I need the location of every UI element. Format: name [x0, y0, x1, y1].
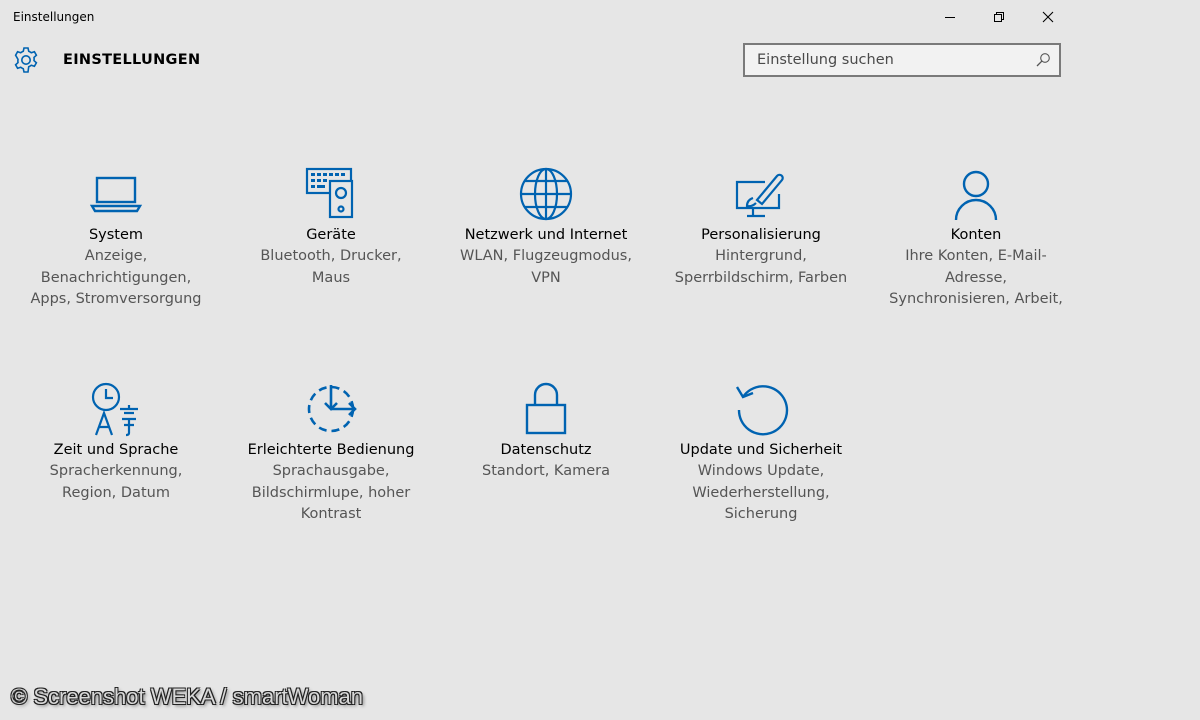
- category-subtitle: Bluetooth, Drucker, Maus: [260, 248, 402, 286]
- title-bar: Einstellungen: [0, 0, 1200, 36]
- page-title: EINSTELLUNGEN: [63, 52, 201, 68]
- time-language-icon: [86, 377, 146, 437]
- minimize-icon: [944, 17, 955, 18]
- category-title: Personalisierung: [701, 227, 821, 243]
- category-subtitle: WLAN, Flugzeugmodus, VPN: [460, 248, 632, 286]
- category-title: Geräte: [306, 227, 356, 243]
- window-title: Einstellungen: [13, 10, 95, 24]
- category-personalization[interactable]: Personalisierung Hintergrund, Sperrbilds…: [656, 162, 866, 289]
- category-subtitle: Spracherkennung, Region, Datum: [49, 463, 183, 501]
- category-title: Konten: [950, 227, 1002, 243]
- category-privacy[interactable]: Datenschutz Standort, Kamera: [441, 377, 651, 483]
- category-subtitle: Ihre Konten, E-Mail- Adresse, Synchronis…: [889, 248, 1063, 307]
- search-icon[interactable]: [1035, 52, 1051, 68]
- search-input[interactable]: [745, 45, 1037, 75]
- category-title: Erleichterte Bedienung: [247, 442, 415, 458]
- category-devices[interactable]: Geräte Bluetooth, Drucker, Maus: [226, 162, 436, 289]
- category-update-security[interactable]: Update und Sicherheit Windows Update, Wi…: [656, 377, 866, 526]
- category-title: Zeit und Sprache: [53, 442, 179, 458]
- gear-icon: [14, 47, 38, 73]
- maximize-button[interactable]: [974, 0, 1023, 34]
- close-icon: [1042, 11, 1053, 23]
- category-title: Update und Sicherheit: [679, 442, 843, 458]
- minimize-button[interactable]: [925, 0, 974, 34]
- category-system[interactable]: System Anzeige, Benachrichtigungen, Apps…: [11, 162, 221, 311]
- copyright-watermark: © Screenshot WEKA / smartWoman: [11, 684, 364, 709]
- close-button[interactable]: [1023, 0, 1072, 34]
- lock-icon: [516, 377, 576, 437]
- update-icon: [731, 377, 791, 437]
- category-time-language[interactable]: Zeit und Sprache Spracherkennung, Region…: [11, 377, 221, 504]
- keyboard-speaker-icon: [301, 162, 361, 222]
- category-ease-of-access[interactable]: Erleichterte Bedienung Sprachausgabe, Bi…: [226, 377, 436, 526]
- category-title: System: [88, 227, 144, 243]
- category-subtitle: Anzeige, Benachrichtigungen, Apps, Strom…: [30, 248, 202, 307]
- category-network[interactable]: Netzwerk und Internet WLAN, Flugzeugmodu…: [441, 162, 651, 289]
- category-title: Netzwerk und Internet: [464, 227, 628, 243]
- globe-icon: [516, 162, 576, 222]
- category-subtitle: Windows Update, Wiederherstellung, Siche…: [692, 463, 830, 522]
- ease-of-access-icon: [301, 377, 361, 437]
- search-box[interactable]: [743, 43, 1061, 77]
- settings-header: EINSTELLUNGEN: [0, 40, 1200, 84]
- category-subtitle: Sprachausgabe, Bildschirmlupe, hoher Kon…: [251, 463, 411, 522]
- person-icon: [946, 162, 1006, 222]
- paint-monitor-icon: [731, 162, 791, 222]
- category-title: Datenschutz: [500, 442, 592, 458]
- restore-icon: [993, 12, 1004, 22]
- category-subtitle: Hintergrund, Sperrbildschirm, Farben: [674, 248, 848, 286]
- category-accounts[interactable]: Konten Ihre Konten, E-Mail- Adresse, Syn…: [871, 162, 1081, 311]
- laptop-icon: [86, 162, 146, 222]
- window-controls: [925, 0, 1072, 36]
- category-subtitle: Standort, Kamera: [482, 463, 610, 479]
